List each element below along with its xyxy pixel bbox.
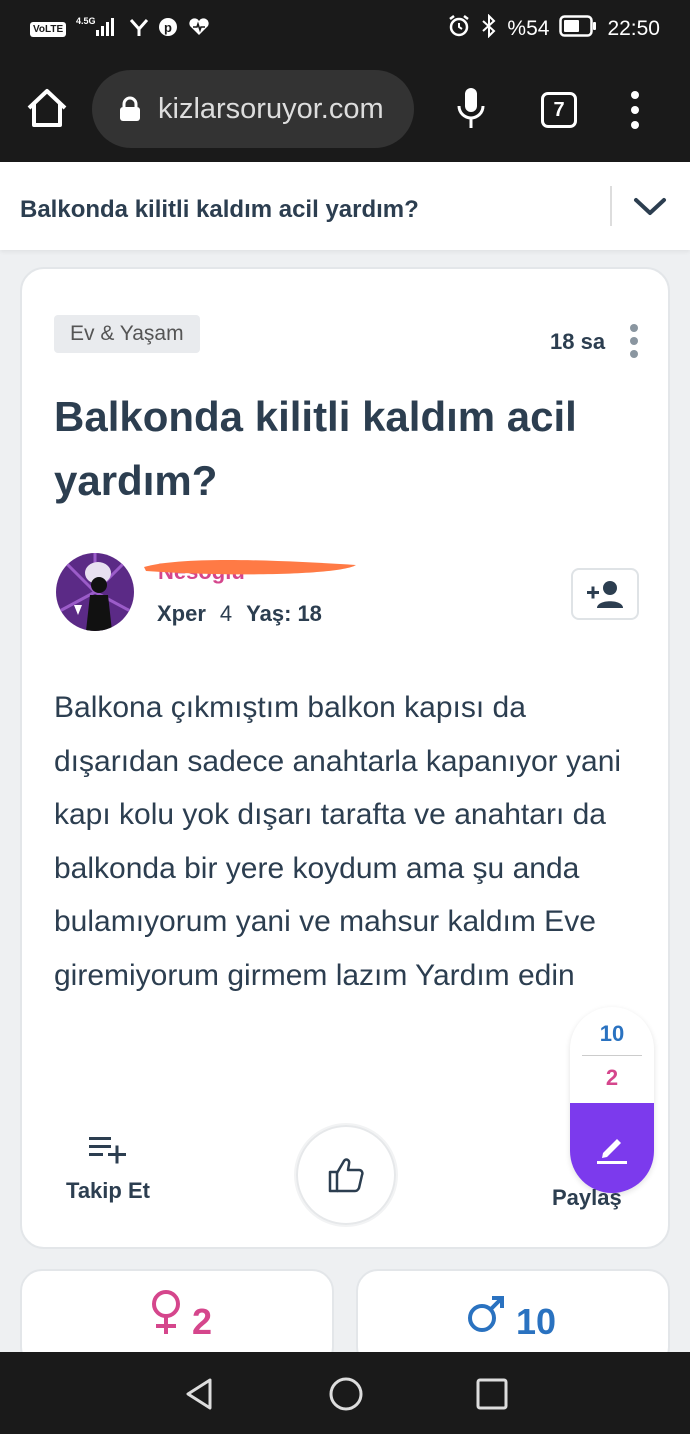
follow-user-button[interactable]: [571, 568, 639, 620]
browser-menu-button[interactable]: [628, 90, 642, 130]
female-vote-count: 2: [605, 1065, 619, 1090]
status-left: VoLTE 4.5G p: [30, 14, 210, 45]
avatar-image: [56, 553, 134, 631]
header-divider: [610, 186, 612, 226]
signal-icon: 4.5G: [76, 14, 120, 45]
author-meta: Xper 4 Yaş: 18: [157, 601, 322, 627]
expand-header-button[interactable]: [632, 192, 670, 222]
question-card: Ev & Yaşam 18 sa Balkonda kilitli kaldım…: [20, 267, 670, 1249]
more-vertical-icon: [631, 91, 639, 129]
username-redaction: [140, 553, 360, 581]
system-navigation-bar: [0, 1352, 690, 1434]
female-symbol-icon: [152, 1290, 180, 1334]
volte-badge: VoLTE: [30, 22, 67, 37]
question-title: Balkonda kilitli kaldım acil yardım?: [54, 393, 577, 504]
health-heart-icon: [188, 17, 210, 42]
recents-button[interactable]: [474, 1376, 510, 1412]
battery-icon: [559, 15, 597, 43]
url-field[interactable]: kizlarsoruyor.com: [92, 70, 414, 148]
home-nav-button[interactable]: [326, 1374, 366, 1414]
add-person-icon: [587, 581, 623, 608]
playlist-add-icon: [89, 1137, 126, 1164]
more-vertical-icon: [630, 324, 638, 358]
bluetooth-icon: [481, 13, 497, 44]
network-type-label: 4.5G: [76, 16, 96, 26]
microphone-icon: [457, 88, 485, 128]
female-count: 2: [192, 1301, 213, 1342]
question-body: Balkona çıkmıştım balkon kapısı da dışar…: [54, 691, 622, 992]
home-icon: [27, 89, 67, 127]
author-age-label: Yaş:: [246, 601, 292, 626]
back-triangle-icon: [186, 1378, 212, 1410]
vote-counter: 10 2: [570, 1007, 654, 1193]
browser-toolbar: kizlarsoruyor.com 7: [0, 56, 690, 162]
avatar[interactable]: [56, 553, 134, 631]
like-button[interactable]: [296, 1125, 396, 1225]
pencil-icon: [597, 1139, 627, 1164]
question-sticky-header: Balkonda kilitli kaldım acil yardım?: [0, 162, 690, 250]
battery-percent: %54: [507, 17, 550, 40]
voice-search-button[interactable]: [456, 86, 486, 130]
question-options-button[interactable]: [629, 324, 639, 358]
time-ago: 18 sa: [550, 329, 606, 354]
share-button[interactable]: Paylaş: [552, 1185, 622, 1211]
recents-square-icon: [476, 1378, 508, 1410]
clock: 22:50: [607, 17, 660, 40]
home-circle-icon: [329, 1377, 363, 1411]
chevron-down-icon: [634, 198, 666, 215]
sticky-header-title: Balkonda kilitli kaldım acil yardım?: [20, 196, 419, 223]
wifi-icon: [130, 17, 149, 42]
follow-question-label: Takip Et: [66, 1178, 150, 1203]
category-tag[interactable]: Ev & Yaşam: [54, 315, 200, 353]
thumbs-up-icon: [328, 1158, 364, 1193]
lock-icon: [120, 96, 140, 121]
home-button[interactable]: [24, 86, 70, 132]
status-right: %54 22:50: [447, 13, 660, 44]
status-bar: VoLTE 4.5G p %54 22:50: [0, 0, 690, 56]
male-count: 10: [516, 1301, 557, 1342]
alarm-icon: [447, 14, 471, 44]
author-age: 18: [297, 601, 322, 626]
write-answer-button[interactable]: [570, 1103, 654, 1193]
pinterest-icon: p: [158, 17, 178, 42]
male-vote-count: 10: [599, 1021, 625, 1046]
url-text: kizlarsoruyor.com: [158, 92, 384, 125]
svg-text:p: p: [164, 20, 172, 35]
follow-question-button[interactable]: Takip Et: [58, 1133, 158, 1204]
author-level-label: Xper: [157, 601, 206, 626]
back-button[interactable]: [180, 1374, 220, 1414]
male-symbol-icon: [468, 1296, 504, 1332]
tab-switcher-button[interactable]: 7: [541, 92, 577, 128]
author-level: 4: [219, 601, 233, 626]
